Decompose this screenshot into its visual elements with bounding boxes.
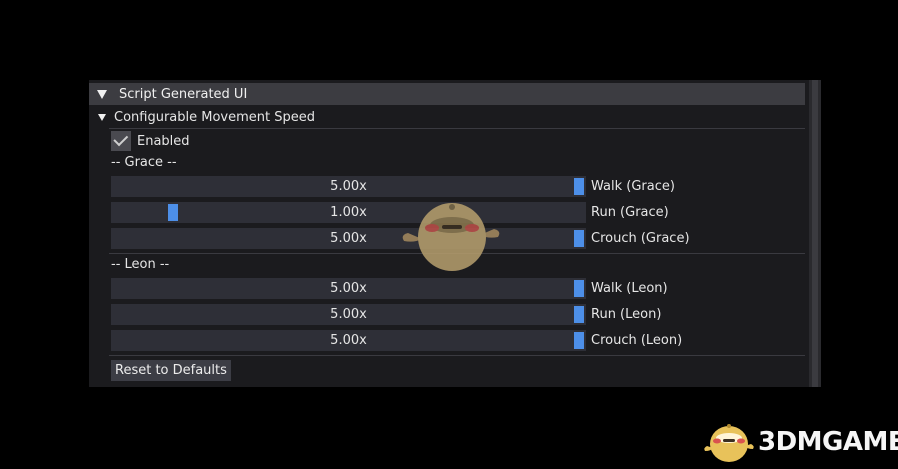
3dmgame-logo: 3DMGAME <box>703 420 898 464</box>
divider <box>109 355 805 356</box>
movement-speed-header[interactable]: Configurable Movement Speed <box>89 107 315 127</box>
slider-label: Walk (Grace) <box>591 179 675 194</box>
slider-value: 5.00x <box>330 307 367 322</box>
slider-label: Crouch (Leon) <box>591 333 683 348</box>
slider-label: Crouch (Grace) <box>591 231 690 246</box>
enabled-checkbox[interactable] <box>111 131 131 151</box>
collapse-arrow-icon[interactable] <box>97 89 107 99</box>
movement-speed-header-label: Configurable Movement Speed <box>114 109 315 125</box>
slider-grab[interactable] <box>574 280 584 297</box>
slider-track[interactable]: 5.00x <box>111 330 586 351</box>
slider-label: Walk (Leon) <box>591 281 668 296</box>
slider-label: Run (Leon) <box>591 307 662 322</box>
watermark-text: 3DMGAME <box>758 427 898 457</box>
grace-section-label: -- Grace -- <box>111 155 177 170</box>
slider-crouch-leon[interactable]: 5.00x Crouch (Leon) <box>111 330 682 351</box>
slider-walk-leon[interactable]: 5.00x Walk (Leon) <box>111 278 668 299</box>
slider-run-grace[interactable]: 1.00x Run (Grace) <box>111 202 669 223</box>
slider-grab[interactable] <box>574 332 584 349</box>
slider-grab[interactable] <box>574 306 584 323</box>
slider-label: Run (Grace) <box>591 205 669 220</box>
slider-value: 5.00x <box>330 333 367 348</box>
slider-value: 5.00x <box>330 231 367 246</box>
slider-run-leon[interactable]: 5.00x Run (Leon) <box>111 304 661 325</box>
panel-title-bar[interactable]: Script Generated UI <box>89 83 805 105</box>
slider-grab[interactable] <box>574 230 584 247</box>
slider-track[interactable]: 5.00x <box>111 304 586 325</box>
slider-value: 1.00x <box>330 205 367 220</box>
slider-value: 5.00x <box>330 179 367 194</box>
reset-to-defaults-button[interactable]: Reset to Defaults <box>111 360 231 381</box>
slider-track[interactable]: 5.00x <box>111 228 586 249</box>
collapse-arrow-icon[interactable] <box>98 113 106 121</box>
enabled-label: Enabled <box>137 133 190 149</box>
leon-section-label: -- Leon -- <box>111 257 170 272</box>
slider-track[interactable]: 5.00x <box>111 278 586 299</box>
mascot-watermark-icon <box>402 203 500 271</box>
divider <box>109 128 805 129</box>
panel-scrollbar-thumb[interactable] <box>812 80 818 387</box>
panel-title: Script Generated UI <box>119 86 248 102</box>
slider-track[interactable]: 1.00x <box>111 202 586 223</box>
slider-value: 5.00x <box>330 281 367 296</box>
enabled-checkbox-row[interactable]: Enabled <box>111 131 190 151</box>
mascot-icon <box>704 424 754 462</box>
slider-walk-grace[interactable]: 5.00x Walk (Grace) <box>111 176 675 197</box>
checkmark-icon <box>112 131 128 147</box>
slider-track[interactable]: 5.00x <box>111 176 586 197</box>
panel-scrollbar[interactable] <box>809 80 821 387</box>
slider-grab[interactable] <box>168 204 179 221</box>
slider-grab[interactable] <box>574 178 584 195</box>
